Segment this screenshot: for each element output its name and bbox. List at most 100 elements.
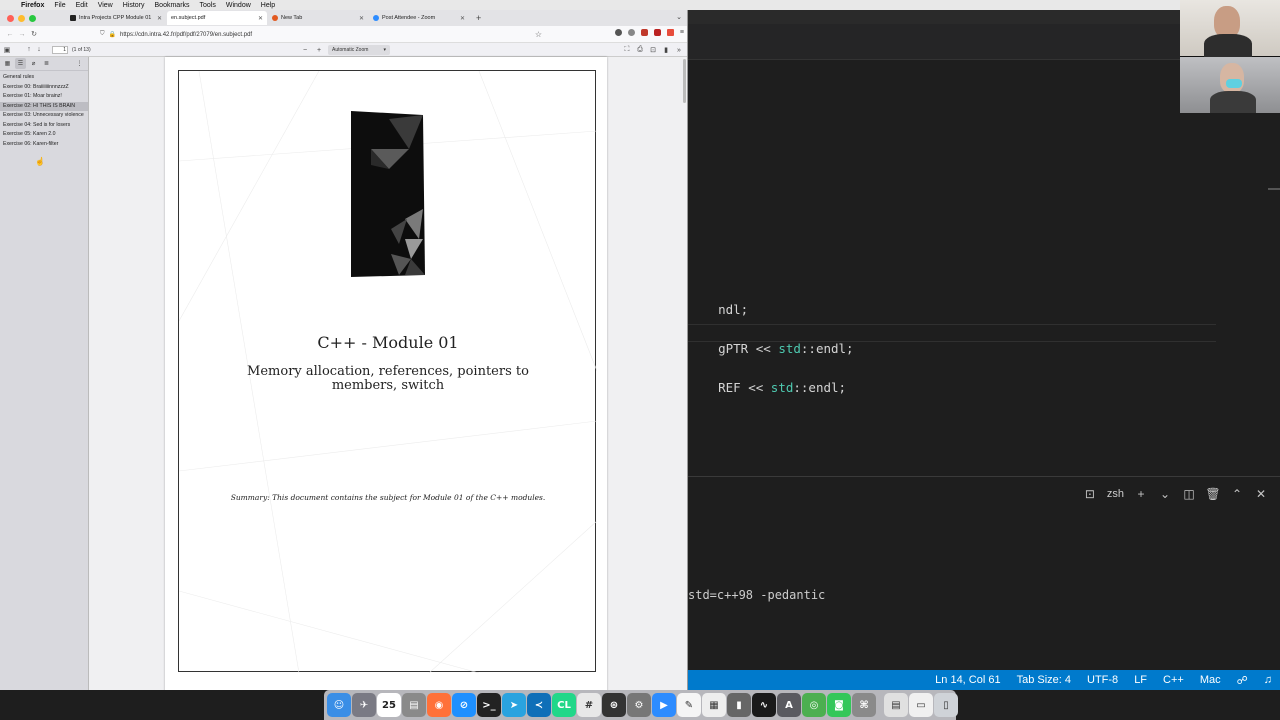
tab-en-subject-pdf[interactable]: en.subject.pdf ✕ bbox=[167, 11, 267, 25]
clion-icon[interactable]: CL bbox=[552, 693, 576, 717]
thumbnails-icon[interactable]: ▦ bbox=[2, 58, 13, 69]
utility-icon[interactable]: ▮ bbox=[727, 693, 751, 717]
extension-icon[interactable] bbox=[666, 29, 674, 36]
zoom-icon[interactable]: ▶ bbox=[652, 693, 676, 717]
language-mode[interactable]: C++ bbox=[1163, 674, 1184, 686]
notes-icon[interactable]: ▤ bbox=[402, 693, 426, 717]
bookmark-star-icon[interactable]: ☆ bbox=[535, 30, 542, 39]
menu-tools[interactable]: Tools bbox=[200, 2, 216, 9]
editor-scroll-marker[interactable] bbox=[1268, 188, 1280, 190]
lock-icon[interactable]: 🔒 bbox=[109, 31, 116, 38]
tools-menu-icon[interactable]: » bbox=[674, 45, 684, 55]
presentation-mode-icon[interactable]: ⛶ bbox=[622, 45, 632, 55]
preview-icon[interactable]: ▦ bbox=[702, 693, 726, 717]
tab-size[interactable]: Tab Size: 4 bbox=[1017, 674, 1071, 686]
find-in-outline-icon[interactable]: ⋮ bbox=[74, 58, 85, 69]
notifications-bell-icon[interactable]: ♫ bbox=[1264, 674, 1272, 686]
vscode-icon[interactable]: ≺ bbox=[527, 693, 551, 717]
slack-icon[interactable]: # bbox=[577, 693, 601, 717]
safari-icon[interactable]: ⊘ bbox=[452, 693, 476, 717]
close-icon[interactable]: ✕ bbox=[258, 15, 263, 22]
split-terminal-icon[interactable]: ◫ bbox=[1182, 487, 1196, 501]
terminal-shell-icon[interactable]: ⊡ bbox=[1083, 487, 1097, 501]
hamburger-menu-icon[interactable]: ≡ bbox=[680, 29, 684, 36]
activity-monitor-icon[interactable]: ∿ bbox=[752, 693, 776, 717]
documents-stack-icon[interactable]: ▤ bbox=[884, 693, 908, 717]
pdf-scrollbar[interactable] bbox=[683, 59, 686, 103]
close-icon[interactable]: ✕ bbox=[1254, 487, 1268, 501]
calendar-icon[interactable]: 25 bbox=[377, 693, 401, 717]
file-encoding[interactable]: UTF-8 bbox=[1087, 674, 1118, 686]
close-icon[interactable]: ✕ bbox=[359, 15, 364, 22]
terminal-output-line[interactable]: std=c++98 -pedantic bbox=[688, 588, 825, 602]
zoom-out-icon[interactable]: − bbox=[300, 45, 310, 55]
firefox-icon[interactable]: ◉ bbox=[427, 693, 451, 717]
outline-item[interactable]: General rules bbox=[0, 73, 88, 83]
tab-intra-projects[interactable]: Intra Projects CPP Module 01 ✕ bbox=[66, 11, 166, 25]
attachments-icon[interactable]: ⌀ bbox=[28, 58, 39, 69]
chevron-up-icon[interactable]: ⌃ bbox=[1230, 487, 1244, 501]
extension-icon[interactable] bbox=[653, 29, 661, 36]
close-icon[interactable]: ✕ bbox=[157, 15, 162, 22]
textedit-icon[interactable]: ✎ bbox=[677, 693, 701, 717]
back-arrow-icon[interactable]: ← bbox=[4, 31, 16, 38]
new-terminal-icon[interactable]: + bbox=[1134, 487, 1148, 501]
terminal-divider[interactable] bbox=[688, 476, 1280, 477]
menu-bookmarks[interactable]: Bookmarks bbox=[155, 2, 190, 9]
outline-item[interactable]: Exercise 01: Moar brainz! bbox=[0, 92, 88, 102]
menu-app-name[interactable]: Firefox bbox=[21, 2, 44, 9]
menu-edit[interactable]: Edit bbox=[76, 2, 88, 9]
zoom-window-icon[interactable] bbox=[29, 14, 36, 22]
steam-icon[interactable]: ⊛ bbox=[602, 693, 626, 717]
zoom-select[interactable]: Automatic Zoom ▾ bbox=[328, 45, 390, 55]
tab-new-tab[interactable]: New Tab ✕ bbox=[268, 11, 368, 25]
downloads-stack-icon[interactable]: ▭ bbox=[909, 693, 933, 717]
outline-item[interactable]: Exercise 03: Unnecessary violence bbox=[0, 111, 88, 121]
finder-icon[interactable]: ☺ bbox=[327, 693, 351, 717]
bookmark-icon[interactable]: ▮ bbox=[661, 45, 671, 55]
next-page-icon[interactable]: ↓ bbox=[34, 45, 44, 55]
code-line[interactable]: REF << std::endl; bbox=[688, 365, 846, 410]
outline-item[interactable]: Exercise 06: Karen-filter bbox=[0, 140, 88, 150]
ublock-icon[interactable] bbox=[640, 29, 648, 36]
system-preferences-icon[interactable]: ⚙ bbox=[627, 693, 651, 717]
menu-view[interactable]: View bbox=[98, 2, 113, 9]
tracking-shield-icon[interactable]: ⛉ bbox=[100, 31, 105, 38]
launcher-icon[interactable]: ⌘ bbox=[852, 693, 876, 717]
url-bar[interactable]: ⛉ 🔒 https://cdn.intra.42.fr/pdf/pdf/2707… bbox=[100, 28, 548, 41]
previous-page-icon[interactable]: ↑ bbox=[24, 45, 34, 55]
launchpad-icon[interactable]: ✈ bbox=[352, 693, 376, 717]
trash-icon[interactable]: 🗑 bbox=[1205, 487, 1220, 501]
list-all-tabs-icon[interactable]: ⌄ bbox=[676, 13, 682, 21]
page-number-input[interactable]: 1 bbox=[52, 45, 68, 54]
reload-icon[interactable]: ↻ bbox=[28, 30, 40, 38]
menu-help[interactable]: Help bbox=[261, 2, 275, 9]
chrome-icon[interactable]: ◎ bbox=[802, 693, 826, 717]
app-store-icon[interactable]: A bbox=[777, 693, 801, 717]
forward-arrow-icon[interactable]: → bbox=[16, 31, 28, 38]
sidebar-toggle-icon[interactable]: ▣ bbox=[2, 45, 12, 55]
extension-icon[interactable] bbox=[614, 29, 622, 36]
terminal-shell-name[interactable]: zsh bbox=[1107, 488, 1124, 500]
minimize-window-icon[interactable] bbox=[18, 14, 25, 22]
trash-icon[interactable]: ▯ bbox=[934, 693, 958, 717]
outline-icon[interactable]: ☰ bbox=[15, 58, 26, 69]
new-tab-button[interactable]: + bbox=[476, 13, 481, 23]
messages-icon[interactable]: ◙ bbox=[827, 693, 851, 717]
outline-item[interactable]: Exercise 05: Karen 2.0 bbox=[0, 130, 88, 140]
print-icon[interactable]: ⎙ bbox=[635, 45, 645, 55]
telegram-icon[interactable]: ➤ bbox=[502, 693, 526, 717]
save-icon[interactable]: ⊡ bbox=[648, 45, 658, 55]
close-icon[interactable]: ✕ bbox=[460, 15, 465, 22]
participant-video[interactable] bbox=[1180, 0, 1280, 58]
outline-item[interactable]: Exercise 04: Sed is for losers bbox=[0, 121, 88, 131]
layers-icon[interactable]: ≣ bbox=[41, 58, 52, 69]
terminal-icon[interactable]: >_ bbox=[477, 693, 501, 717]
menu-file[interactable]: File bbox=[54, 2, 65, 9]
extension-icon[interactable] bbox=[627, 29, 635, 36]
menu-window[interactable]: Window bbox=[226, 2, 251, 9]
line-ending[interactable]: LF bbox=[1134, 674, 1147, 686]
pdf-viewport[interactable]: C++ - Module 01 Memory allocation, refer… bbox=[89, 57, 687, 690]
zoom-in-icon[interactable]: + bbox=[314, 45, 324, 55]
close-window-icon[interactable] bbox=[7, 14, 14, 22]
